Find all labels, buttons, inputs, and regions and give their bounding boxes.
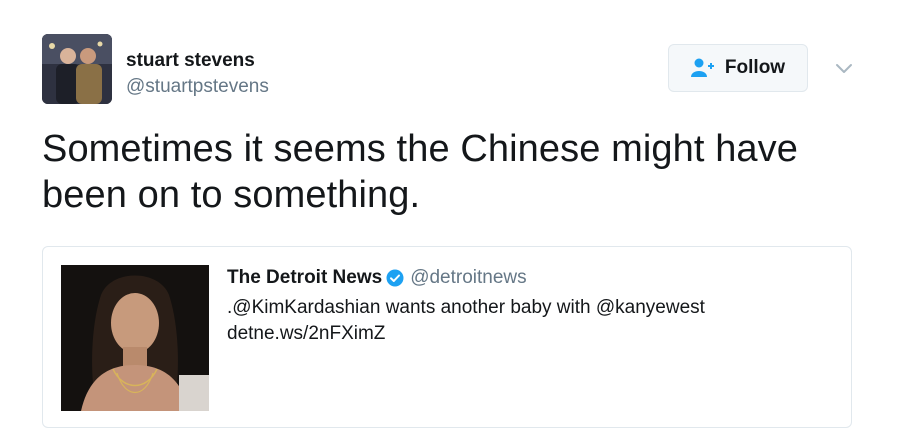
quoted-tweet-header: The Detroit News @detroitnews bbox=[227, 267, 527, 289]
quoted-handle[interactable]: @detroitnews bbox=[410, 267, 526, 289]
add-user-icon bbox=[690, 58, 715, 78]
quoted-tweet-card[interactable]: The Detroit News @detroitnews .@KimKarda… bbox=[42, 246, 852, 428]
quoted-display-name[interactable]: The Detroit News bbox=[227, 267, 382, 289]
verified-badge-icon bbox=[386, 269, 404, 287]
follow-button[interactable]: Follow bbox=[668, 44, 808, 92]
quoted-tweet-image[interactable] bbox=[61, 265, 209, 411]
tweet-text: Sometimes it seems the Chinese might hav… bbox=[42, 128, 798, 216]
chevron-down-icon[interactable] bbox=[832, 56, 856, 80]
author-avatar[interactable] bbox=[42, 34, 112, 104]
follow-button-label: Follow bbox=[724, 57, 786, 78]
avatar-photo bbox=[42, 34, 112, 104]
quoted-tweet-text: .@KimKardashian wants another baby with … bbox=[227, 297, 705, 318]
author-handle[interactable]: @stuartpstevens bbox=[126, 76, 269, 98]
author-display-name[interactable]: stuart stevens bbox=[126, 50, 255, 72]
quoted-tweet-link[interactable]: detne.ws/2nFXimZ bbox=[227, 321, 385, 346]
